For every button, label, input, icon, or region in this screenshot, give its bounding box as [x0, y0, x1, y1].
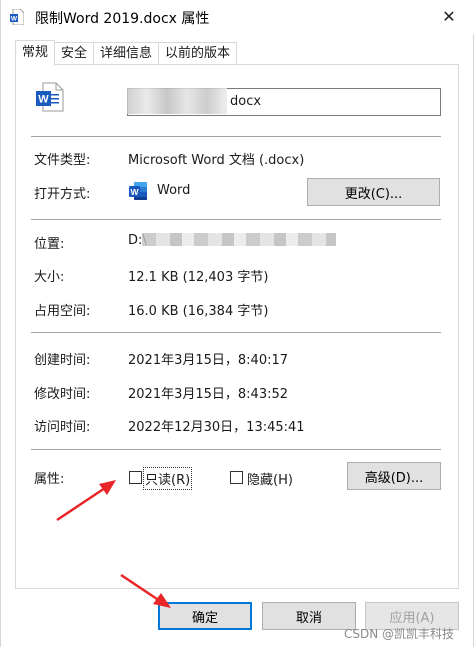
tab-previous-versions[interactable]: 以前的版本 — [158, 42, 238, 65]
properties-dialog: W 限制Word 2019.docx 属性 ✕ 常规 安全 详细信息 以前的版本… — [0, 0, 474, 647]
location-redacted — [142, 233, 336, 246]
hidden-checkbox[interactable] — [230, 471, 243, 484]
accessed-value: 2022年12月30日，13:45:41 — [128, 420, 305, 435]
tab-strip: 常规 安全 详细信息 以前的版本 — [15, 40, 238, 66]
divider — [31, 449, 441, 450]
size-value: 12.1 KB (12,403 字节) — [128, 270, 269, 285]
modified-label: 修改时间: — [34, 387, 91, 402]
open-with-label: 打开方式: — [34, 187, 91, 202]
svg-text:W: W — [11, 16, 18, 23]
word-file-large-icon: W — [36, 82, 64, 112]
size-label: 大小: — [34, 270, 65, 285]
advanced-button[interactable]: 高级(D)... — [347, 462, 441, 490]
accessed-label: 访问时间: — [34, 420, 91, 435]
size-on-disk-value: 16.0 KB (16,384 字节) — [128, 304, 269, 319]
watermark: CSDN @凯凯丰科技 — [344, 627, 455, 641]
general-panel — [15, 64, 459, 589]
tab-details[interactable]: 详细信息 — [93, 42, 160, 65]
cancel-button[interactable]: 取消 — [262, 602, 356, 630]
tab-security[interactable]: 安全 — [54, 42, 95, 65]
tab-general[interactable]: 常规 — [15, 40, 56, 66]
divider — [31, 136, 441, 137]
window-title: 限制Word 2019.docx 属性 — [35, 11, 210, 27]
divider — [31, 219, 441, 220]
title-bar: W 限制Word 2019.docx 属性 ✕ — [1, 0, 474, 34]
file-type-value: Microsoft Word 文档 (.docx) — [128, 153, 305, 168]
readonly-checkbox-label[interactable]: 只读(R) — [142, 467, 193, 490]
ok-button[interactable]: 确定 — [158, 602, 252, 630]
attributes-label: 属性: — [34, 472, 65, 487]
word-app-icon: W — [129, 182, 147, 200]
filename-redacted — [127, 88, 227, 114]
svg-text:W: W — [130, 187, 139, 197]
open-with-value: Word — [157, 183, 191, 198]
file-type-label: 文件类型: — [34, 153, 91, 168]
change-button[interactable]: 更改(C)... — [307, 178, 440, 206]
size-on-disk-label: 占用空间: — [34, 304, 91, 319]
created-value: 2021年3月15日，8:40:17 — [128, 353, 289, 368]
close-button[interactable]: ✕ — [426, 0, 472, 32]
readonly-checkbox[interactable] — [129, 471, 142, 484]
location-label: 位置: — [34, 237, 65, 252]
svg-text:W: W — [38, 94, 49, 106]
close-icon: ✕ — [442, 6, 456, 26]
filename-suffix: docx — [230, 94, 262, 109]
divider — [31, 332, 441, 333]
created-label: 创建时间: — [34, 353, 91, 368]
modified-value: 2021年3月15日，8:43:52 — [128, 387, 289, 402]
word-document-icon: W — [10, 9, 24, 25]
hidden-checkbox-label[interactable]: 隐藏(H) — [247, 469, 293, 488]
